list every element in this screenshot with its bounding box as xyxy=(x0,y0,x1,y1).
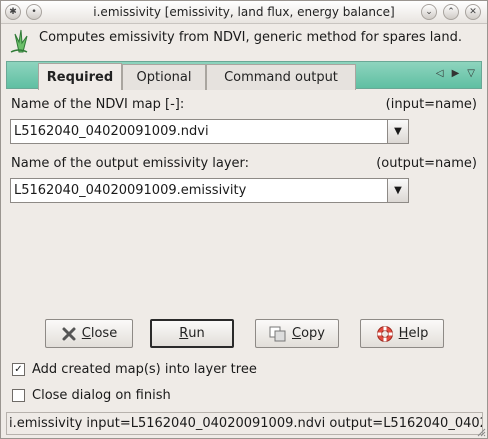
lifebuoy-icon xyxy=(376,325,394,343)
window-title: i.emissivity [emissivity, land flux, ene… xyxy=(93,5,395,19)
module-description: Computes emissivity from NDVI, generic m… xyxy=(39,30,462,45)
add-to-layer-tree-option[interactable]: ✓ Add created map(s) into layer tree xyxy=(12,362,257,377)
resize-grip-icon[interactable] xyxy=(476,427,486,437)
dialog-window: ✱ • i.emissivity [emissivity, land flux,… xyxy=(0,0,488,439)
emissivity-param-label: (output=name) xyxy=(376,156,477,171)
tab-list-icon[interactable]: ▽ xyxy=(467,68,475,79)
ndvi-map-value[interactable]: L5162040_04020091009.ndvi xyxy=(11,124,387,139)
close-on-finish-checkbox[interactable] xyxy=(12,389,25,402)
run-mnemonic: R xyxy=(179,326,189,341)
emissivity-output-combobox[interactable]: L5162040_04020091009.emissivity ▼ xyxy=(10,178,409,203)
grass-logo-icon xyxy=(10,29,28,53)
run-button[interactable]: Run xyxy=(150,319,234,348)
tab-bar: Required Optional Command output ◁ ▶ ▽ xyxy=(6,61,482,90)
minimize-icon[interactable]: ⌄ xyxy=(421,4,437,20)
help-mnemonic: H xyxy=(398,326,409,341)
emissivity-output-label: Name of the output emissivity layer: xyxy=(11,156,250,171)
tab-optional[interactable]: Optional xyxy=(122,64,206,90)
copy-label-rest: opy xyxy=(301,326,325,341)
close-button[interactable]: Close xyxy=(45,319,133,348)
copy-mnemonic: C xyxy=(292,326,302,341)
close-x-icon xyxy=(61,326,77,342)
emissivity-output-value[interactable]: L5162040_04020091009.emissivity xyxy=(11,183,387,198)
ndvi-param-label: (input=name) xyxy=(385,97,477,112)
tab-scroll-left-icon[interactable]: ◁ xyxy=(436,68,444,79)
tab-navigation: ◁ ▶ ▽ xyxy=(436,68,475,79)
maximize-icon[interactable]: ⌃ xyxy=(443,4,459,20)
command-statusbar: i.emissivity input=L5162040_04020091009.… xyxy=(6,412,483,435)
module-header: Computes emissivity from NDVI, generic m… xyxy=(7,28,485,58)
add-to-layer-tree-checkbox[interactable]: ✓ xyxy=(12,363,25,376)
run-label-rest: un xyxy=(188,326,205,341)
tab-required[interactable]: Required xyxy=(38,63,122,90)
close-on-finish-option[interactable]: Close dialog on finish xyxy=(12,388,171,403)
close-mnemonic: C xyxy=(81,326,91,341)
copy-icon xyxy=(269,326,287,342)
ndvi-map-combobox[interactable]: L5162040_04020091009.ndvi ▼ xyxy=(10,119,409,144)
ndvi-map-label: Name of the NDVI map [-]: xyxy=(11,97,185,112)
close-on-finish-label: Close dialog on finish xyxy=(32,388,171,403)
ndvi-dropdown-icon[interactable]: ▼ xyxy=(387,120,408,143)
title-bar[interactable]: ✱ • i.emissivity [emissivity, land flux,… xyxy=(1,1,487,24)
tab-command-output[interactable]: Command output xyxy=(206,64,356,90)
help-label-rest: elp xyxy=(408,326,429,341)
tab-scroll-right-icon[interactable]: ▶ xyxy=(452,68,460,79)
emissivity-dropdown-icon[interactable]: ▼ xyxy=(387,179,408,202)
add-to-layer-tree-label: Add created map(s) into layer tree xyxy=(32,362,257,377)
command-preview-text: i.emissivity input=L5162040_04020091009.… xyxy=(9,416,482,431)
copy-button[interactable]: Copy xyxy=(255,319,339,348)
close-window-icon[interactable]: ✕ xyxy=(465,4,481,20)
close-label-rest: lose xyxy=(90,326,118,341)
help-button[interactable]: Help xyxy=(360,319,444,348)
